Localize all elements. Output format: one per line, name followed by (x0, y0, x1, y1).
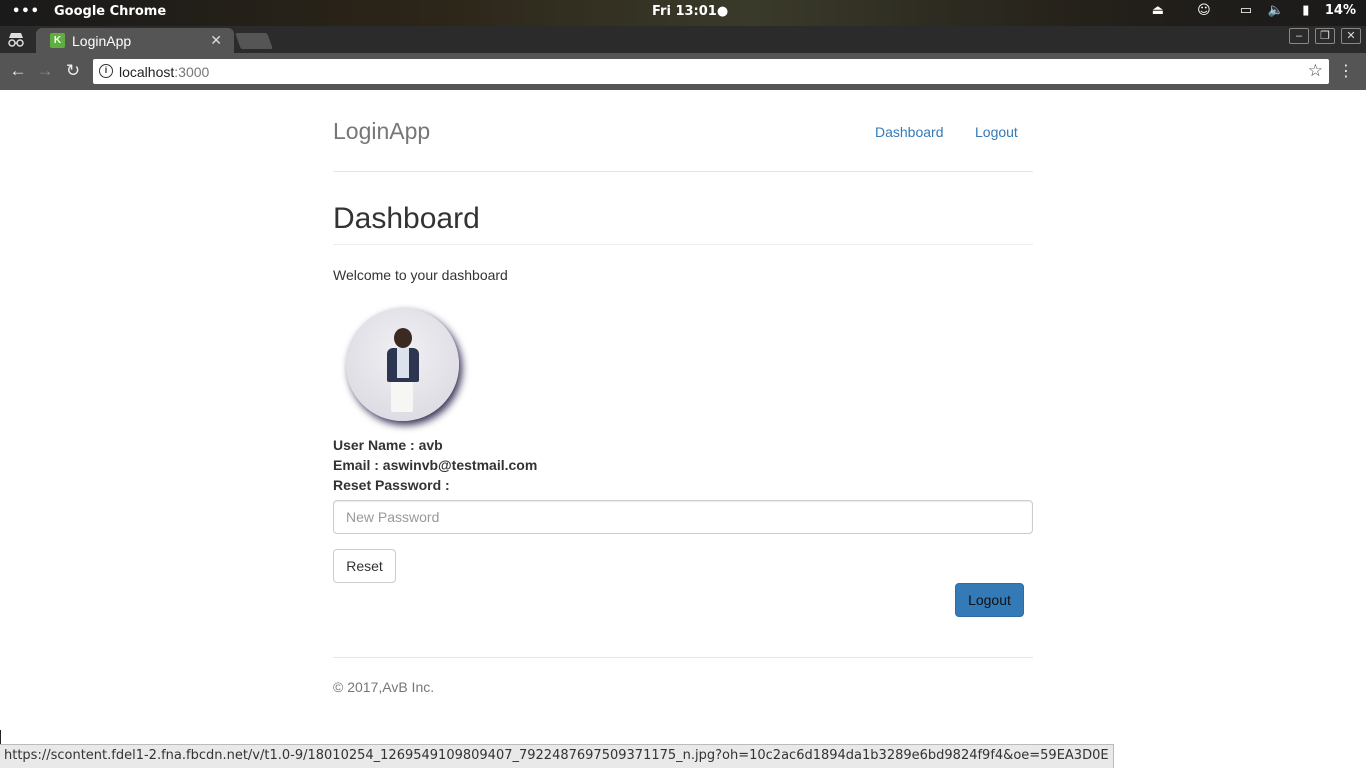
address-bar[interactable]: i localhost:3000 ☆ (93, 59, 1329, 84)
header-divider (333, 171, 1033, 172)
bookmark-star-icon[interactable]: ☆ (1308, 61, 1323, 81)
back-icon[interactable]: ← (8, 61, 28, 81)
new-password-input[interactable] (333, 500, 1033, 534)
footer-copyright: © 2017,AvB Inc. (333, 679, 435, 695)
favicon-icon: K (50, 33, 65, 48)
cursor-marker (0, 730, 1, 744)
page-title: Dashboard (333, 202, 480, 235)
close-window-icon[interactable]: ✕ (1341, 28, 1361, 44)
site-info-icon[interactable]: i (99, 64, 113, 78)
browser-menu-icon[interactable]: ⋮ (1338, 61, 1354, 81)
app-menu[interactable]: Google Chrome (54, 4, 166, 19)
navbar-brand[interactable]: LoginApp (333, 118, 430, 145)
reset-button[interactable]: Reset (333, 549, 396, 583)
forward-icon[interactable]: → (35, 61, 55, 81)
address-url[interactable]: localhost:3000 (119, 64, 209, 80)
tab-title: LoginApp (72, 33, 132, 49)
avatar (346, 308, 459, 421)
system-tray[interactable]: ⏏ ☺ ▭ 🔈 ▮ 14% (1139, 3, 1356, 18)
emoji-icon[interactable]: ☺ (1193, 3, 1215, 18)
new-tab-button[interactable] (235, 33, 273, 49)
system-top-bar: ••• Google Chrome Fri 13:01● ⏏ ☺ ▭ 🔈 ▮ 1… (0, 0, 1366, 26)
browser-toolbar: ← → ↻ i localhost:3000 ☆ ⋮ (0, 53, 1366, 90)
clock[interactable]: Fri 13:01● (652, 4, 728, 19)
eject-icon[interactable]: ⏏ (1147, 3, 1169, 18)
battery-percentage: 14% (1324, 3, 1356, 18)
welcome-text: Welcome to your dashboard (333, 267, 508, 283)
nav-logout-link[interactable]: Logout (975, 124, 1018, 140)
screen-icon[interactable]: ▭ (1235, 3, 1257, 18)
nav-dashboard-link[interactable]: Dashboard (875, 124, 944, 140)
title-divider (333, 244, 1033, 245)
logout-button[interactable]: Logout (955, 583, 1024, 617)
minimize-icon[interactable]: – (1289, 28, 1309, 44)
link-status-bubble: https://scontent.fdel1-2.fna.fbcdn.net/v… (0, 744, 1114, 768)
incognito-icon (6, 31, 26, 49)
email-info: Email : aswinvb@testmail.com (333, 457, 538, 473)
activities-button[interactable]: ••• (12, 4, 40, 19)
footer-divider (333, 657, 1033, 658)
close-tab-icon[interactable]: ✕ (210, 32, 222, 49)
tab-strip: K LoginApp ✕ – ❐ ✕ (0, 26, 1366, 53)
page-content: LoginApp Dashboard Logout Dashboard Welc… (0, 90, 1366, 768)
reload-icon[interactable]: ↻ (63, 61, 83, 81)
address-port: :3000 (174, 64, 210, 80)
tab-loginapp[interactable]: K LoginApp ✕ (36, 28, 234, 53)
volume-icon[interactable]: 🔈 (1265, 3, 1287, 18)
user-name-info: User Name : avb (333, 437, 443, 453)
reset-password-label: Reset Password : (333, 477, 450, 493)
battery-icon[interactable]: ▮ (1295, 3, 1317, 18)
restore-icon[interactable]: ❐ (1315, 28, 1335, 44)
address-host: localhost (119, 64, 175, 80)
